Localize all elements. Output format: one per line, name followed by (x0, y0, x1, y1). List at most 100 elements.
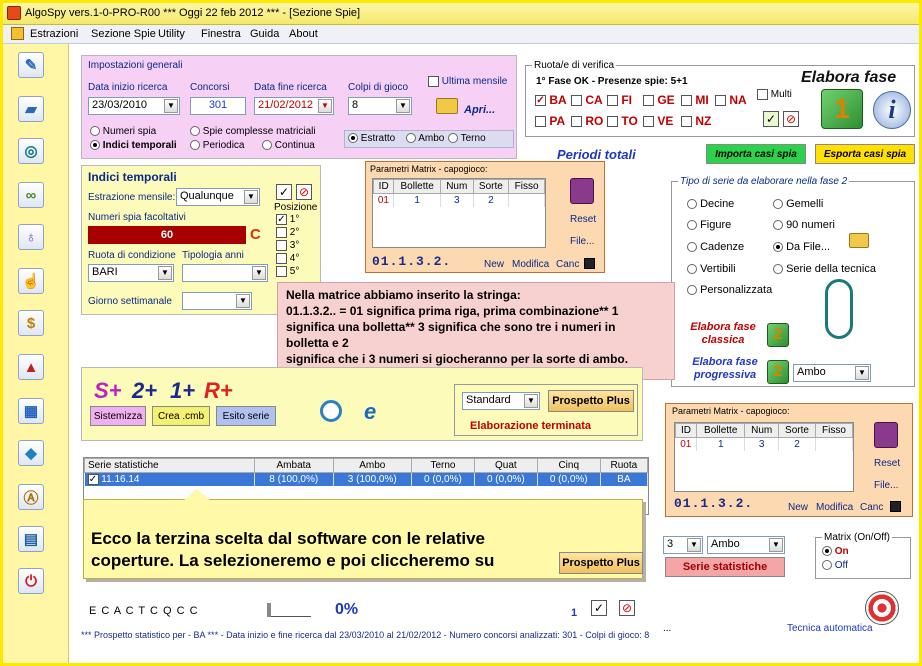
power-icon[interactable]: ⏻ (18, 568, 44, 594)
giorno-combo[interactable]: ▼ (182, 292, 252, 310)
matrix1-modifica[interactable]: Modifica (512, 259, 549, 270)
ruota-ca[interactable]: CA (571, 93, 603, 107)
colpi-combo[interactable]: 8 ▼ (348, 97, 412, 115)
novanta-radio[interactable]: 90 numeri (773, 219, 835, 231)
fase2-classica-button[interactable]: 2 (767, 323, 789, 347)
data-inizio-combo[interactable]: 23/03/2010 ▼ (88, 97, 180, 115)
lightbulb-icon[interactable]: ♁ (18, 224, 44, 250)
tecnica-automatica[interactable]: Tecnica automatica (787, 623, 873, 634)
ruota-to[interactable]: TO (607, 114, 638, 128)
ruota-ba[interactable]: ✓ BA (535, 93, 567, 107)
indici-temporali-radio[interactable]: Indici temporali (90, 140, 177, 151)
matrix2-grid[interactable]: ID Bollette Num Sorte Fisso 01 1 3 2 (674, 422, 854, 492)
fase1-button[interactable]: 1 (821, 89, 863, 129)
on-radio[interactable]: On (822, 546, 849, 557)
binoculars-icon[interactable]: ∞ (18, 182, 44, 208)
hand-icon[interactable]: ☝ (18, 268, 44, 294)
check-ok-icon[interactable]: ✓ (276, 184, 292, 200)
ruota-ve[interactable]: VE (643, 114, 673, 128)
sistemizza-button[interactable]: Sistemizza (90, 406, 146, 426)
dollar-icon[interactable]: $ (18, 310, 44, 336)
concorsi-input[interactable]: 301 (190, 97, 246, 115)
menu-estrazioni[interactable]: Estrazioni (30, 28, 78, 40)
apri-link[interactable]: Apri... (464, 104, 495, 116)
folder-icon[interactable] (436, 98, 458, 114)
ie-icon[interactable]: e (364, 401, 386, 424)
decine-radio[interactable]: Decine (687, 198, 734, 210)
prospetto-plus-button[interactable]: Prospetto Plus (548, 390, 634, 412)
ruota-combo[interactable]: BARI ▼ (88, 264, 174, 282)
folder-icon[interactable] (849, 233, 869, 248)
posizione-5[interactable]: 5° (276, 266, 299, 277)
posizione-2[interactable]: 2° (276, 227, 299, 238)
posizione-1[interactable]: ✓ 1° (276, 214, 299, 225)
ruota-ge[interactable]: GE (643, 93, 675, 107)
ruota-ro[interactable]: RO (571, 114, 603, 128)
info-icon[interactable]: i (873, 91, 911, 129)
table-row[interactable]: 01 1 3 2 (675, 437, 854, 451)
spie-complesse-radio[interactable]: Spie complesse matriciali (190, 126, 316, 137)
matrix1-file[interactable]: File... (570, 236, 594, 247)
matrix2-new[interactable]: New (788, 502, 808, 513)
compass-icon[interactable]: ◎ (18, 138, 44, 164)
cancel-icon[interactable]: ⊘ (296, 184, 312, 200)
off-radio[interactable]: Off (822, 560, 848, 571)
gemelli-radio[interactable]: Gemelli (773, 198, 823, 210)
bottom-cancel-icon[interactable]: ⊘ (619, 600, 635, 616)
periodica-radio[interactable]: Periodica (190, 140, 244, 151)
menu-guida[interactable]: Guida (250, 28, 279, 40)
numeri-spia-radio[interactable]: Numeri spia (90, 126, 156, 137)
crea-cmb-button[interactable]: Crea .cmb (152, 406, 210, 426)
cadenze-radio[interactable]: Cadenze (687, 241, 744, 253)
importa-button[interactable]: Importa casi spia (706, 144, 806, 164)
menu-utility[interactable]: Utility (158, 28, 185, 40)
sorte-radio-row[interactable]: E C A C T C Q C C (89, 605, 199, 617)
matrix1-grid[interactable]: ID Bollette Num Sorte Fisso 01 1 3 2 (372, 178, 546, 248)
serie-tecnica-radio[interactable]: Serie della tecnica (773, 263, 876, 275)
ruota-fi[interactable]: FI (607, 93, 632, 107)
bottom-ok-icon[interactable]: ✓ (591, 600, 607, 616)
ruota-nz[interactable]: NZ (681, 114, 711, 128)
menu-sezione-spie[interactable]: Sezione Spie (91, 28, 156, 40)
ruota-na[interactable]: NA (715, 93, 747, 107)
calendar-icon[interactable]: ▦ (18, 398, 44, 424)
personalizzata-radio[interactable]: Personalizzata (687, 284, 772, 296)
ruota-pa[interactable]: PA (535, 114, 565, 128)
eraser-icon[interactable]: ▰ (18, 96, 44, 122)
continua-radio[interactable]: Continua (262, 140, 315, 151)
matrix1-canc[interactable]: Canc (556, 259, 579, 270)
book-icon[interactable]: ▤ (18, 526, 44, 552)
serie-statistiche-button[interactable]: Serie statistiche (665, 557, 785, 577)
matrix1-new[interactable]: New (484, 259, 504, 270)
save-icon[interactable] (584, 258, 595, 269)
fase2-sorte-combo[interactable]: Ambo ▼ (793, 364, 871, 382)
tipologia-combo[interactable]: ▼ (182, 264, 268, 282)
book-icon[interactable] (874, 422, 898, 448)
ultima-mensile-check[interactable]: Ultima mensile (428, 76, 507, 87)
matrix1-reset[interactable]: Reset (570, 214, 596, 225)
menu-about[interactable]: About (289, 28, 318, 40)
fase2-progressiva-button[interactable]: 2 (767, 360, 789, 384)
standard-combo[interactable]: Standard ▼ (462, 392, 540, 410)
data-fine-combo[interactable]: 21/02/2012 ▼ (254, 97, 334, 115)
letter-a-icon[interactable]: Ⓐ (18, 484, 44, 510)
vertibili-radio[interactable]: Vertibili (687, 263, 736, 275)
esito-serie-button[interactable]: Esito serie (216, 406, 276, 426)
terno-radio[interactable]: Terno (448, 133, 486, 144)
posizione-3[interactable]: 3° (276, 240, 299, 251)
multi-ok-icon[interactable]: ✓ (763, 111, 779, 127)
figure-radio[interactable]: Figure (687, 219, 731, 231)
callout-prospetto-button[interactable]: Prospetto Plus (559, 552, 643, 574)
pencil-icon[interactable]: ✎ (18, 52, 44, 78)
multi-check[interactable]: Multi (757, 89, 792, 100)
matrix2-canc[interactable]: Canc (860, 502, 883, 513)
esporta-button[interactable]: Esporta casi spia (815, 144, 915, 164)
save-icon[interactable] (890, 501, 901, 512)
table-row[interactable]: 01 1 3 2 (373, 193, 545, 207)
magnifier-icon[interactable] (320, 400, 342, 422)
menu-finestra[interactable]: Finestra (201, 28, 241, 40)
sorte-combo[interactable]: Ambo ▼ (707, 536, 785, 554)
numeri-fac-field[interactable]: 60 (88, 226, 246, 244)
slider-thumb[interactable] (267, 603, 271, 617)
posizione-4[interactable]: 4° (276, 253, 299, 264)
